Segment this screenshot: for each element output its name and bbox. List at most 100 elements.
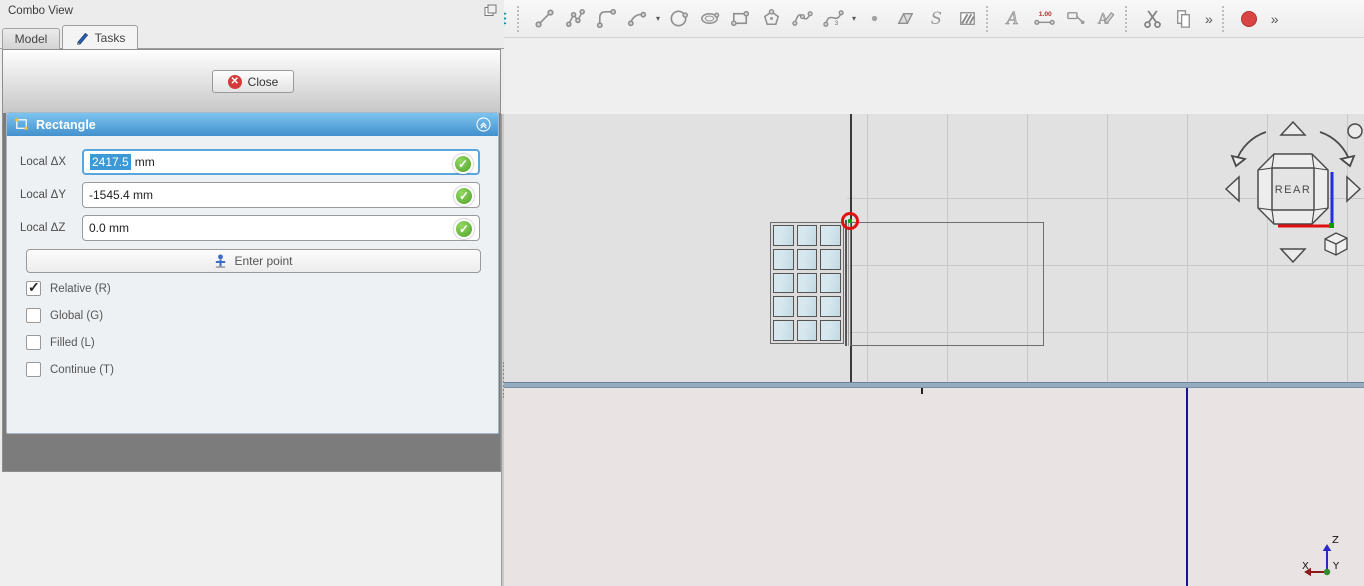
- bezier-icon[interactable]: 3: [818, 4, 849, 34]
- dx-valid-icon: [453, 154, 473, 174]
- collapse-section-icon[interactable]: [476, 117, 491, 132]
- dz-valid-icon: [454, 219, 474, 239]
- tilt-up-arrow[interactable]: [1281, 122, 1305, 135]
- svg-text:1.00: 1.00: [1039, 11, 1052, 18]
- dx-label: Local ΔX: [20, 156, 66, 168]
- 3d-viewport[interactable]: REAR Z X Y: [504, 114, 1364, 586]
- dx-unit: mm: [135, 155, 155, 169]
- toolbar-grip[interactable]: [517, 6, 523, 32]
- combo-view-panel: Combo View Model Tasks ✕ Close Rectangle…: [0, 0, 504, 472]
- axis-tick: [921, 388, 923, 394]
- window-object[interactable]: [770, 222, 844, 344]
- relative-checkbox[interactable]: [26, 281, 41, 296]
- annotation-styles-icon[interactable]: A: [1091, 4, 1122, 34]
- label-icon[interactable]: [1060, 4, 1091, 34]
- nav-circle-button[interactable]: [1348, 124, 1362, 138]
- checkbox-global[interactable]: Global (G): [26, 307, 103, 324]
- line-icon[interactable]: [529, 4, 560, 34]
- rectangle-task-section: Rectangle Local ΔX 2417.5 mm Local ΔY -15…: [6, 112, 499, 434]
- overflow-chevron[interactable]: »: [1205, 11, 1213, 27]
- rectangle-section-title: Rectangle: [36, 118, 96, 132]
- point-icon[interactable]: [859, 4, 890, 34]
- dx-selected-value: 2417.5: [90, 154, 131, 170]
- global-checkbox[interactable]: [26, 308, 41, 323]
- rectangle-icon[interactable]: [725, 4, 756, 34]
- combo-view-tabbar: Model Tasks: [0, 24, 504, 49]
- tilt-right-arrow[interactable]: [1347, 177, 1360, 201]
- combo-view-title: Combo View: [8, 5, 73, 17]
- field-row-dy: Local ΔY -1545.4 mm: [7, 182, 498, 210]
- y-axis-label: Y: [1332, 561, 1340, 572]
- grid-line-vertical: [1187, 114, 1188, 382]
- nav-mini-cube-icon[interactable]: [1325, 233, 1347, 255]
- window-jamb-edge: [845, 220, 847, 346]
- navigation-cube[interactable]: REAR: [1222, 118, 1364, 266]
- tilt-left-arrow[interactable]: [1226, 177, 1239, 201]
- shapestring-icon[interactable]: S: [921, 4, 952, 34]
- cut-icon[interactable]: [1137, 4, 1168, 34]
- paste-icon[interactable]: [1168, 4, 1199, 34]
- continue-label: Continue (T): [50, 364, 114, 376]
- tasks-pen-icon: [75, 30, 90, 45]
- toolbar-grip[interactable]: [1125, 6, 1131, 32]
- nav-cube-origin: [1329, 223, 1334, 228]
- relative-label: Relative (R): [50, 283, 111, 295]
- rectangle-section-header[interactable]: Rectangle: [7, 113, 498, 136]
- overflow-chevron-2[interactable]: »: [1271, 11, 1279, 27]
- blue-axis-line: [1186, 388, 1188, 586]
- arc-icon[interactable]: [622, 4, 653, 34]
- polyline-icon[interactable]: [560, 4, 591, 34]
- snap-point-marker: [841, 212, 859, 230]
- bezier-dropdown[interactable]: ▾: [849, 14, 859, 23]
- dz-input[interactable]: 0.0 mm: [82, 215, 480, 241]
- rectangle-task-icon: [14, 117, 29, 132]
- record-macro-icon[interactable]: [1234, 4, 1265, 34]
- tilt-down-arrow[interactable]: [1281, 249, 1305, 262]
- svg-text:S: S: [931, 9, 942, 28]
- circle-icon[interactable]: [663, 4, 694, 34]
- close-icon: ✕: [228, 75, 242, 89]
- rubber-band-rectangle: [850, 222, 1044, 346]
- checkbox-continue[interactable]: Continue (T): [26, 361, 114, 378]
- dy-value: -1545.4 mm: [89, 188, 153, 202]
- tasks-panel: ✕ Close Rectangle Local ΔX 2417.5 mm Loca…: [2, 49, 501, 472]
- facebinder-icon[interactable]: [890, 4, 921, 34]
- polygon-icon[interactable]: [756, 4, 787, 34]
- axis-triad: Z X Y: [1300, 528, 1360, 584]
- z-axis-label: Z: [1332, 535, 1339, 546]
- filled-label: Filled (L): [50, 337, 95, 349]
- fillet-icon[interactable]: [591, 4, 622, 34]
- checkbox-relative[interactable]: Relative (R): [26, 280, 111, 297]
- arc-dropdown[interactable]: ▾: [653, 14, 663, 23]
- enter-point-button[interactable]: Enter point: [26, 249, 481, 273]
- x-axis-label: X: [1302, 561, 1309, 572]
- ellipse-icon[interactable]: [694, 4, 725, 34]
- dz-label: Local ΔZ: [20, 222, 65, 234]
- hatch-icon[interactable]: [952, 4, 983, 34]
- field-row-dx: Local ΔX 2417.5 mm: [7, 149, 498, 177]
- freecad-window: { "toolbars": { "row1": { "custom_label"…: [0, 0, 1364, 586]
- nav-cube-face-label: REAR: [1275, 184, 1312, 196]
- svg-text:A: A: [1005, 9, 1019, 28]
- close-task-button[interactable]: ✕ Close: [212, 70, 294, 93]
- below-ground-region: [504, 388, 1364, 586]
- bspline-icon[interactable]: [787, 4, 818, 34]
- svg-text:3: 3: [834, 20, 838, 27]
- window-jamb-edge-2: [848, 220, 849, 346]
- dx-input[interactable]: 2417.5 mm: [82, 149, 480, 175]
- global-label: Global (G): [50, 310, 103, 322]
- tab-model[interactable]: Model: [2, 28, 60, 49]
- checkbox-filled[interactable]: Filled (L): [26, 334, 95, 351]
- toolbar-grip[interactable]: [986, 6, 992, 32]
- toolbar-grip[interactable]: [1222, 6, 1228, 32]
- tab-tasks[interactable]: Tasks: [62, 25, 138, 50]
- text-icon[interactable]: A: [998, 4, 1029, 34]
- filled-checkbox[interactable]: [26, 335, 41, 350]
- grid-line-vertical: [1107, 114, 1108, 382]
- field-row-dz: Local ΔZ 0.0 mm: [7, 215, 498, 243]
- dy-input[interactable]: -1545.4 mm: [82, 182, 480, 208]
- dimension-icon[interactable]: 1.00: [1029, 4, 1060, 34]
- dz-value: 0.0 mm: [89, 221, 129, 235]
- float-panel-icon[interactable]: [484, 4, 497, 17]
- continue-checkbox[interactable]: [26, 362, 41, 377]
